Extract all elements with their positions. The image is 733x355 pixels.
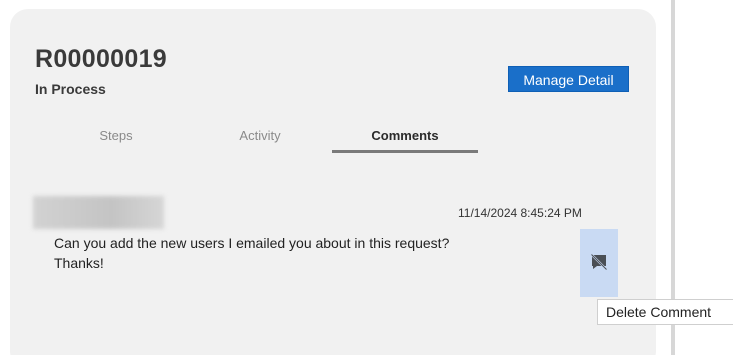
comment-text-line: Thanks! [54,255,104,271]
commenter-name-redacted [33,196,164,229]
tab-comments[interactable]: Comments [332,128,478,143]
active-tab-indicator [332,150,478,153]
page: R00000019 In Process Manage Detail Steps… [0,0,733,355]
comment-text-line: Can you add the new users I emailed you … [54,235,450,251]
delete-comment-tooltip: Delete Comment [597,299,733,325]
tab-steps[interactable]: Steps [80,128,152,143]
record-status: In Process [35,81,106,97]
record-id: R00000019 [35,45,167,73]
comment-slash-icon [590,253,608,271]
comment-text: Can you add the new users I emailed you … [54,233,574,273]
tab-activity[interactable]: Activity [220,128,300,143]
manage-detail-button[interactable]: Manage Detail [508,66,629,92]
comment-timestamp: 11/14/2024 8:45:24 PM [458,206,582,220]
delete-comment-button[interactable] [580,229,618,297]
